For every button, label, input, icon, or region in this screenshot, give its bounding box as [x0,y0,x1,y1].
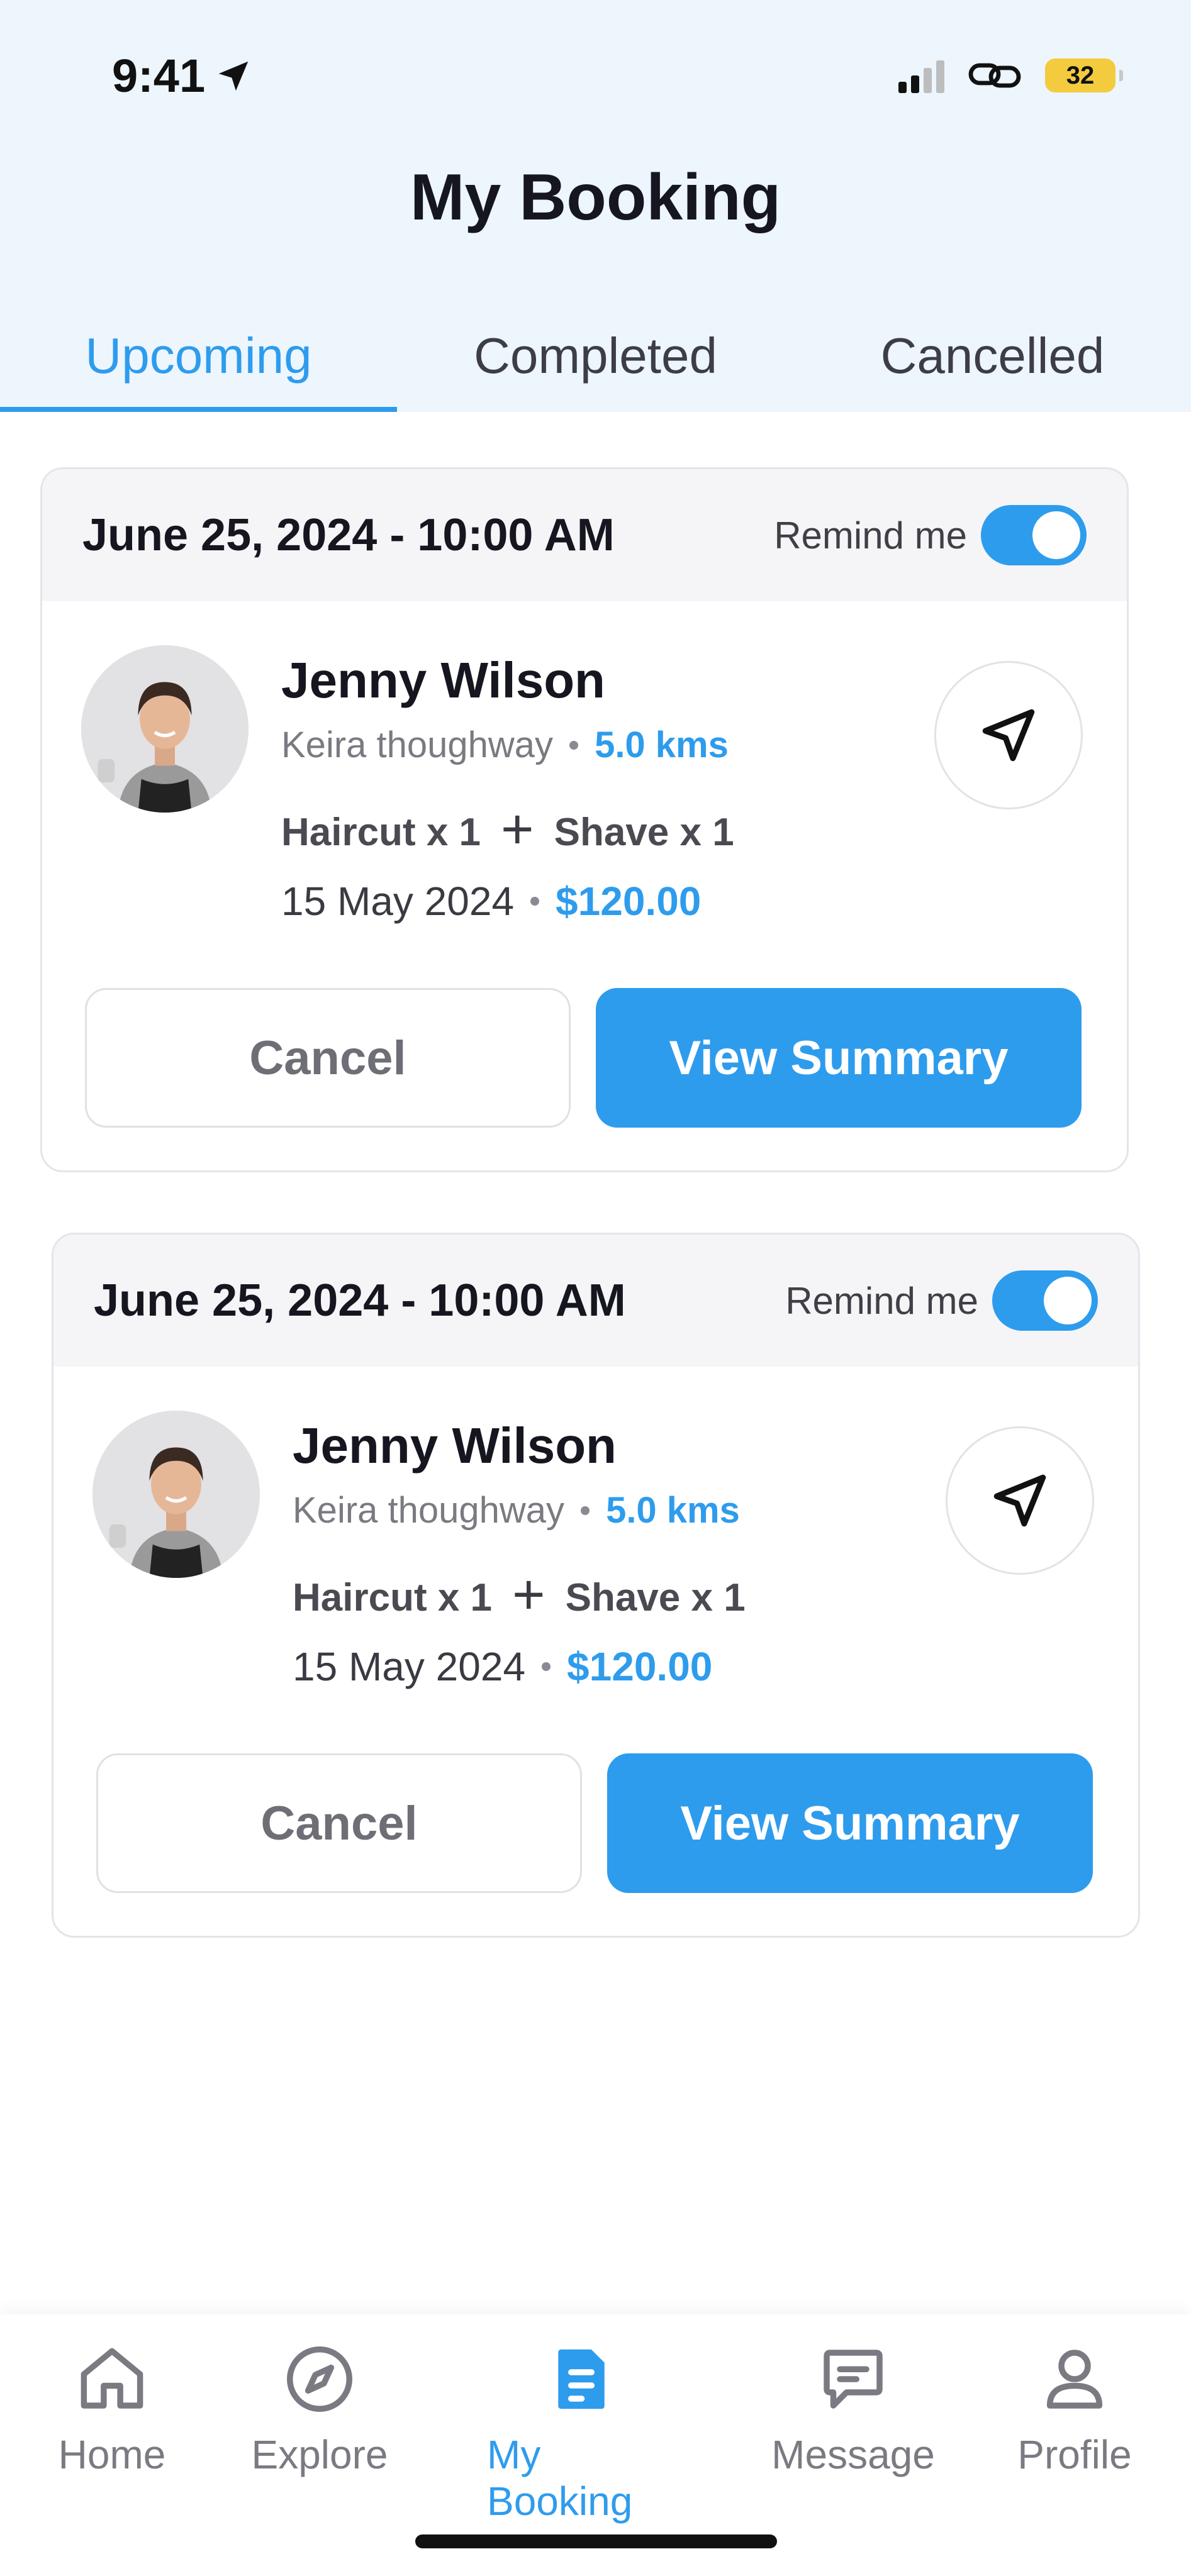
header-area: 9:41 32 My Booking Upcoming Completed Ca… [0,0,1191,412]
avatar [92,1411,260,1578]
tab-cancelled[interactable]: Cancelled [794,314,1191,412]
plus-icon: + [501,798,534,861]
appointment-datetime: June 25, 2024 - 10:00 AM [94,1275,626,1326]
battery-level: 32 [1066,61,1095,89]
booking-card: June 25, 2024 - 10:00 AM Remind me Jenny… [40,467,1129,1172]
directions-button[interactable] [934,661,1083,809]
booking-meta: 15 May 2024 $120.00 [293,1643,712,1690]
cancel-button[interactable]: Cancel [85,988,571,1128]
separator-dot [530,897,540,906]
directions-button[interactable] [946,1426,1094,1575]
message-icon [824,2350,883,2409]
provider-distance: 5.0 kms [606,1490,740,1531]
booking-card-header: June 25, 2024 - 10:00 AM Remind me [53,1235,1138,1367]
status-bar: 9:41 32 [0,0,1191,151]
navigation-arrow-icon [993,1474,1046,1527]
service-item: Shave x 1 [565,1576,746,1619]
nav-item-profile[interactable]: Profile [980,2340,1169,2478]
separator-dot [569,740,579,750]
remind-me-control: Remind me [785,1270,1098,1331]
separator-dot [542,1662,551,1671]
service-item: Haircut x 1 [281,811,481,854]
booking-card-body: Jenny Wilson Keira thoughway 5.0 kms Hai… [53,1367,1138,1936]
location-arrow-icon [218,61,249,91]
provider-name: Jenny Wilson [293,1418,617,1474]
provider-address: Keira thoughway [281,724,554,765]
nav-label-message: Message [771,2432,935,2477]
remind-me-control: Remind me [774,505,1087,565]
bottom-navigation: Home Explore My Booking Message Profile [0,2314,1191,2576]
booking-card: June 25, 2024 - 10:00 AM Remind me Jenny… [52,1233,1140,1938]
plus-icon: + [512,1563,545,1626]
appointment-datetime: June 25, 2024 - 10:00 AM [82,510,615,560]
signal-icon [898,58,944,93]
booking-meta: 15 May 2024 $120.00 [281,878,701,924]
nav-item-home[interactable]: Home [18,2340,206,2478]
status-time: 9:41 [112,49,253,103]
nav-label-home: Home [58,2432,166,2477]
service-item: Shave x 1 [554,811,734,854]
remind-me-label: Remind me [774,514,967,557]
remind-me-toggle[interactable] [992,1270,1098,1331]
nav-label-explore: Explore [251,2432,388,2477]
avatar [81,645,249,813]
booking-date: 15 May 2024 [293,1644,526,1689]
page-title: My Booking [410,161,781,234]
provider-name: Jenny Wilson [281,652,605,708]
user-icon [1046,2350,1103,2409]
home-icon [81,2348,143,2409]
tab-completed[interactable]: Completed [397,314,794,412]
compass-icon [287,2346,352,2412]
remind-me-toggle[interactable] [981,505,1087,565]
nav-item-explore[interactable]: Explore [225,2340,414,2478]
separator-dot [581,1506,590,1515]
battery-icon: 32 [1045,58,1123,92]
services-list: Haircut x 1 + Shave x 1 [293,1563,746,1628]
booking-price: $120.00 [567,1644,713,1689]
tab-upcoming[interactable]: Upcoming [0,314,397,412]
view-summary-button[interactable]: View Summary [607,1753,1093,1893]
nav-item-my-booking[interactable]: My Booking [487,2340,676,2524]
navigation-arrow-icon [982,709,1035,762]
remind-me-label: Remind me [785,1279,978,1322]
home-indicator [415,2534,777,2548]
service-item: Haircut x 1 [293,1576,493,1619]
provider-location: Keira thoughway 5.0 kms [281,724,729,766]
nav-label-my-booking: My Booking [487,2432,633,2524]
cancel-button[interactable]: Cancel [96,1753,582,1893]
nav-label-profile: Profile [1017,2432,1132,2477]
status-icons: 32 [898,58,1123,93]
provider-distance: 5.0 kms [595,724,729,765]
provider-location: Keira thoughway 5.0 kms [293,1489,740,1531]
provider-address: Keira thoughway [293,1490,565,1531]
booking-card-body: Jenny Wilson Keira thoughway 5.0 kms Hai… [42,601,1127,1170]
booking-card-header: June 25, 2024 - 10:00 AM Remind me [42,469,1127,601]
booking-tabs: Upcoming Completed Cancelled [0,314,1191,412]
time-text: 9:41 [112,50,206,102]
services-list: Haircut x 1 + Shave x 1 [281,798,734,862]
document-icon [558,2349,605,2409]
link-icon [968,63,1021,88]
booking-price: $120.00 [556,879,702,924]
nav-item-message[interactable]: Message [759,2340,948,2478]
booking-date: 15 May 2024 [281,879,515,924]
view-summary-button[interactable]: View Summary [596,988,1082,1128]
